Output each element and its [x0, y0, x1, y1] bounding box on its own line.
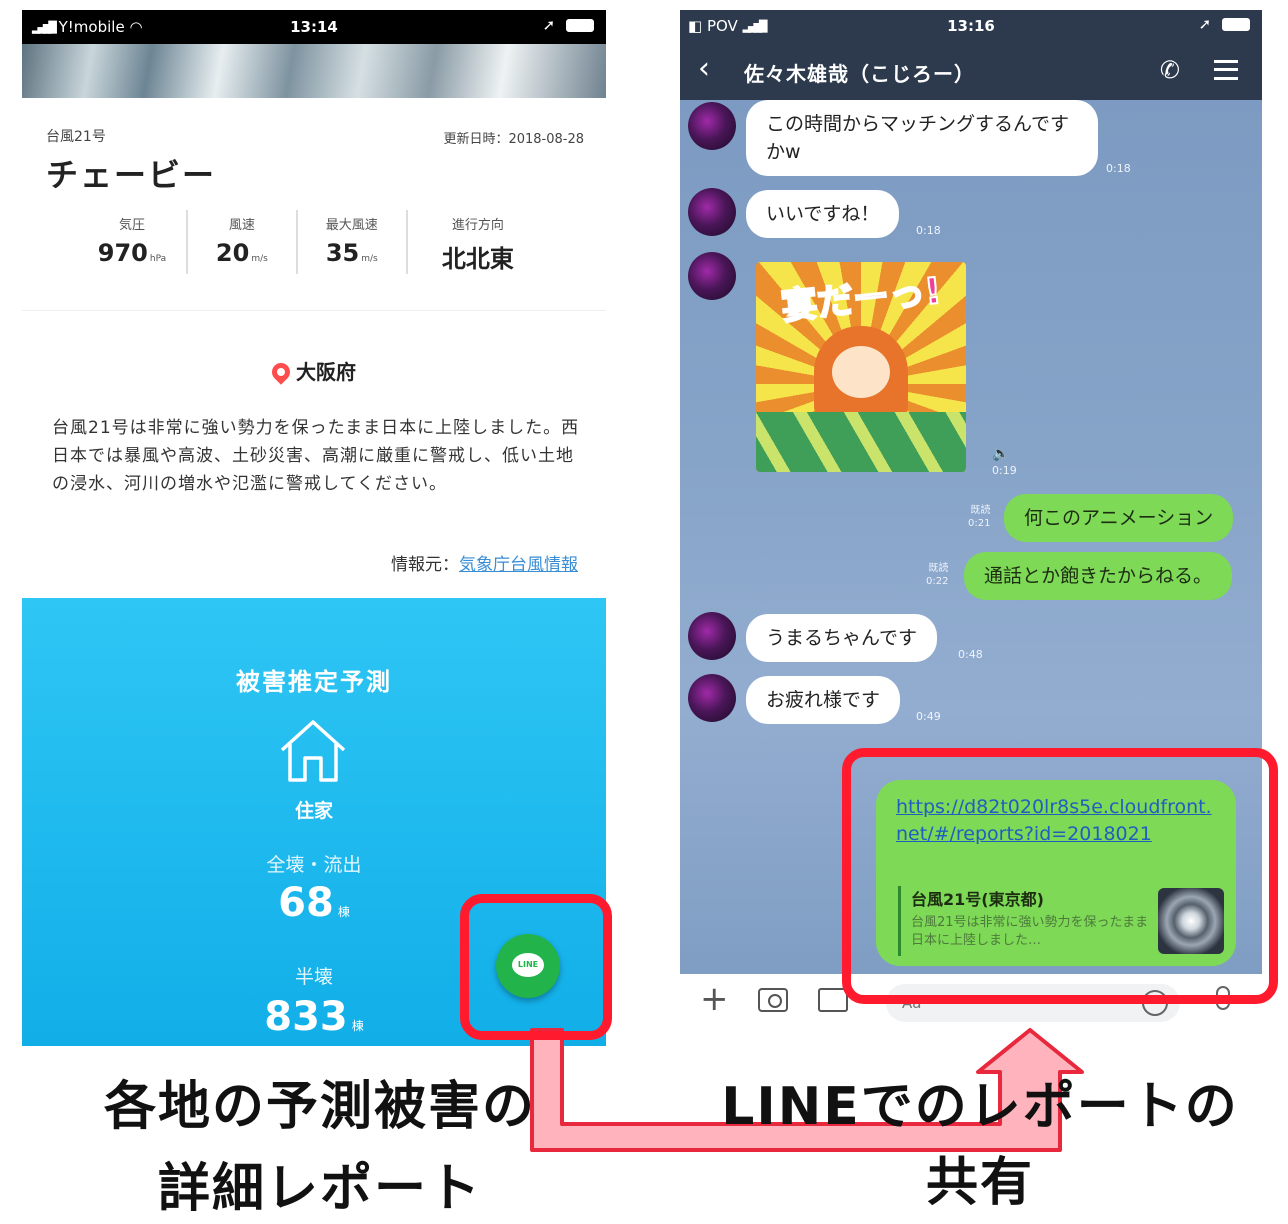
- line-button-highlight: [460, 894, 612, 1040]
- shared-message-highlight: [842, 748, 1278, 1004]
- caption-left-line1: 各地の予測被害の: [103, 1077, 536, 1137]
- caption-right-line2: 共有: [925, 1153, 1034, 1213]
- caption-right-line1: LINEでのレポートの: [721, 1077, 1239, 1137]
- caption-left-line2: 詳細レポート: [157, 1159, 482, 1219]
- share-flow-arrow: [530, 1028, 1084, 1152]
